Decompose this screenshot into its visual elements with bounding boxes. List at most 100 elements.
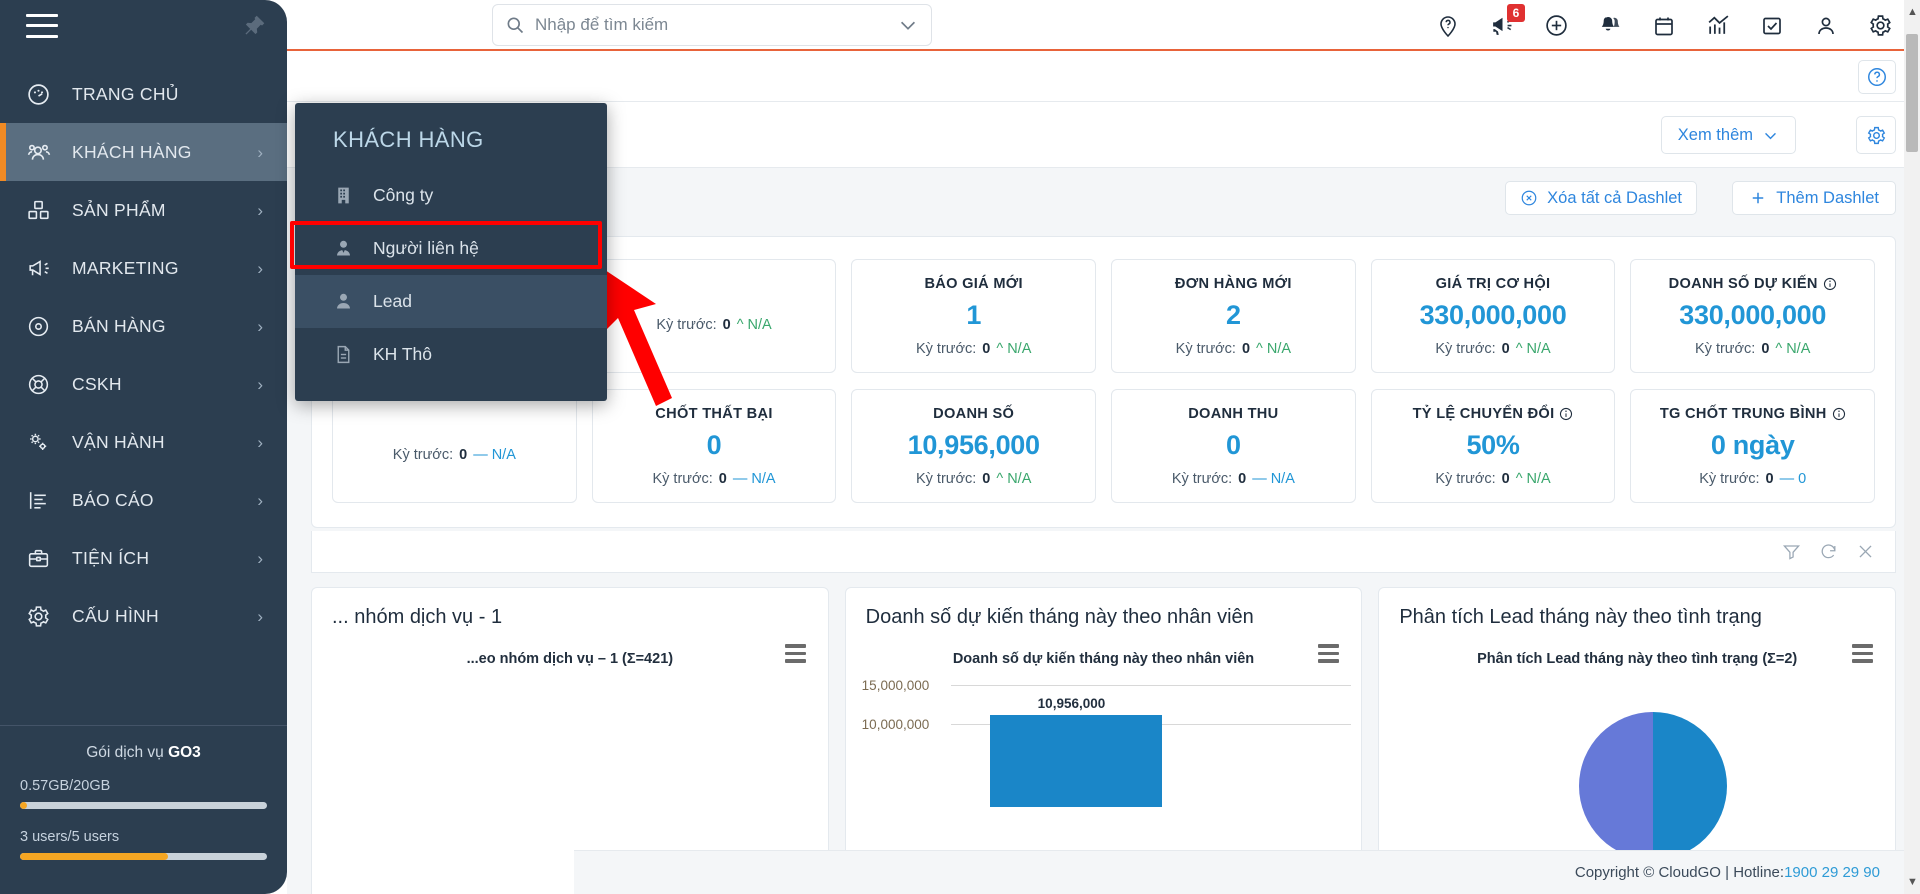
hamburger-menu-icon[interactable] — [1852, 644, 1874, 667]
chevron-right-icon: › — [257, 258, 263, 278]
add-icon[interactable] — [1542, 12, 1570, 40]
sidebar-item-label: TRANG CHỦ — [72, 83, 179, 104]
hamburger-menu-icon[interactable] — [784, 644, 806, 667]
sidebar-item-marketing[interactable]: MARKETING › — [0, 239, 287, 297]
bar-data-label: 10,956,000 — [1037, 696, 1106, 711]
storage-label: 0.57GB/20GB — [20, 778, 111, 794]
page-scrollbar[interactable]: ▲ ▼ — [1904, 0, 1920, 894]
submenu-item-nguoi-lien-he[interactable]: Người liên hệ — [295, 222, 607, 275]
chart-card-phan-tich-lead[interactable]: Phân tích Lead tháng này theo tình trạng… — [1378, 587, 1897, 894]
announcement-badge: 6 — [1507, 3, 1525, 22]
info-icon[interactable] — [1832, 407, 1846, 421]
kpi-prev-label: Kỳ trước: — [1695, 340, 1756, 357]
scroll-up-arrow[interactable]: ▲ — [1907, 6, 1918, 18]
kpi-value: 330,000,000 — [1419, 299, 1567, 330]
pin-icon[interactable] — [241, 13, 267, 39]
close-icon[interactable] — [1856, 542, 1875, 561]
kpi-value: 0 ngày — [1710, 429, 1795, 460]
sidebar-item-ban-hang[interactable]: BÁN HÀNG › — [0, 297, 287, 355]
footer: Copyright © CloudGO | Hotline: 1900 29 2… — [574, 850, 1920, 894]
help-location-icon[interactable] — [1434, 12, 1462, 40]
hotline-link[interactable]: 1900 29 29 90 — [1784, 864, 1880, 881]
notification-icon[interactable] — [1596, 12, 1624, 40]
gear-icon — [1866, 125, 1887, 146]
filter-icon[interactable] — [1782, 542, 1801, 561]
dashboard-icon — [26, 82, 60, 107]
sidebar-header — [0, 0, 287, 51]
kpi-card-gia-tri-co-hoi[interactable]: GIÁ TRỊ CƠ HỘI 330,000,000 Kỳ trước: 0 ^… — [1370, 259, 1616, 373]
chevron-right-icon: › — [257, 490, 263, 510]
scroll-thumb[interactable] — [1906, 34, 1918, 152]
bar[interactable] — [989, 715, 1162, 807]
sidebar-item-label: SẢN PHẨM — [72, 199, 166, 220]
sidebar-item-san-pham[interactable]: SẢN PHẨM › — [0, 181, 287, 239]
info-icon[interactable] — [1559, 407, 1573, 421]
question-circle-icon[interactable] — [1858, 60, 1896, 94]
search-chevron-down-icon[interactable] — [897, 14, 919, 36]
sidebar-item-van-hanh[interactable]: VẬN HÀNH › — [0, 413, 287, 471]
sidebar-item-tien-ich[interactable]: TIỆN ÍCH › — [0, 529, 287, 587]
kpi-card-ty-le-chuyen-doi[interactable]: TỶ LỆ CHUYỂN ĐỔI 50% Kỳ trước: 0 ^ N/A — [1370, 389, 1616, 503]
users-meter — [20, 853, 267, 860]
calendar-icon[interactable] — [1650, 12, 1678, 40]
marketing-icon — [26, 256, 60, 281]
kpi-card-doanh-so-du-kien[interactable]: DOANH SỐ DỰ KIẾN 330,000,000 Kỳ trước: 0… — [1630, 259, 1876, 373]
view-more-button[interactable]: Xem thêm — [1660, 116, 1796, 154]
sidebar-item-cau-hinh[interactable]: CẤU HÌNH › — [0, 587, 287, 645]
hamburger-icon[interactable] — [26, 13, 58, 38]
chart-card-nhom-dich-vu[interactable]: ... nhóm dịch vụ - 1 ...eo nhóm dịch vụ … — [311, 587, 829, 894]
kpi-prev-label: Kỳ trước: — [1435, 340, 1496, 357]
announcement-icon[interactable]: 6 — [1488, 3, 1525, 40]
kpi-card-don-hang-moi[interactable]: ĐƠN HÀNG MỚI 2 Kỳ trước: 0 ^ N/A — [1111, 259, 1356, 373]
task-icon[interactable] — [1758, 12, 1786, 40]
breadcrumb-bar — [287, 51, 1920, 102]
settings-icon[interactable] — [1866, 12, 1894, 40]
delete-all-dashlet-button[interactable]: Xóa tất cả Dashlet — [1505, 181, 1697, 215]
refresh-icon[interactable] — [1819, 542, 1838, 561]
kpi-title: DOANH THU — [1188, 405, 1279, 422]
kpi-prev-label: Kỳ trước: — [656, 317, 717, 333]
chart-card-doanh-so-du-kien[interactable]: Doanh số dự kiến tháng này theo nhân viê… — [844, 587, 1363, 894]
submenu-item-label: Công ty — [373, 185, 434, 205]
submenu-item-label: Người liên hệ — [373, 238, 479, 258]
kpi-card[interactable]: Kỳ trước: 0 ^ N/A — [591, 259, 837, 373]
kpi-card-doanh-thu[interactable]: DOANH THU 0 Kỳ trước: 0 — N/A — [1111, 389, 1356, 503]
submenu-item-cong-ty[interactable]: Công ty — [295, 169, 607, 222]
kpi-prev-label: Kỳ trước: — [1435, 470, 1496, 487]
global-search[interactable] — [492, 4, 932, 46]
sidebar-item-trang-chu[interactable]: TRANG CHỦ — [0, 65, 287, 123]
search-input[interactable] — [535, 15, 897, 35]
kpi-card[interactable]: Kỳ trước: 0 — N/A — [332, 389, 577, 503]
dashboard-settings-button[interactable] — [1856, 116, 1896, 154]
kpi-value: 330,000,000 — [1679, 299, 1827, 330]
user-icon[interactable] — [1812, 12, 1840, 40]
kpi-card-tg-chot-trung-binh[interactable]: TG CHỐT TRUNG BÌNH 0 ngày Kỳ trước: 0 — … — [1630, 389, 1876, 503]
sidebar-item-bao-cao[interactable]: BÁO CÁO › — [0, 471, 287, 529]
kpi-card-chot-that-bai[interactable]: CHỐT THẤT BẠI 0 Kỳ trước: 0 — N/A — [591, 389, 837, 503]
plus-icon — [1749, 189, 1767, 207]
hamburger-menu-icon[interactable] — [1318, 644, 1340, 667]
kpi-subtext: Kỳ trước: 0 — 0 — [1699, 471, 1806, 487]
kpi-card-doanh-so[interactable]: DOANH SỐ 10,956,000 Kỳ trước: 0 ^ N/A — [851, 389, 1097, 503]
submenu-item-lead[interactable]: Lead — [295, 275, 607, 328]
kpi-card-bao-gia-moi[interactable]: BÁO GIÁ MỚI 1 Kỳ trước: 0 ^ N/A — [851, 259, 1097, 373]
kpi-prev-label: Kỳ trước: — [392, 447, 454, 463]
analytics-icon[interactable] — [1704, 12, 1732, 40]
submenu-title: KHÁCH HÀNG — [333, 127, 484, 152]
sidebar: TRANG CHỦ KHÁCH HÀNG › SẢN PHẨM › MARKET… — [0, 0, 287, 894]
scroll-down-arrow[interactable]: ▼ — [1907, 876, 1918, 888]
kpi-delta: — 0 — [1779, 470, 1807, 487]
kpi-title: GIÁ TRỊ CƠ HỘI — [1435, 275, 1551, 292]
kpi-prev-label: Kỳ trước: — [915, 340, 977, 357]
sidebar-item-khach-hang[interactable]: KHÁCH HÀNG › — [0, 123, 287, 181]
kpi-prev-value: 0 — [982, 340, 991, 357]
sidebar-item-cskh[interactable]: CSKH › — [0, 355, 287, 413]
sidebar-item-label: CSKH — [72, 373, 122, 394]
info-icon[interactable] — [1823, 277, 1837, 291]
add-dashlet-button[interactable]: Thêm Dashlet — [1732, 181, 1896, 215]
submenu-item-kh-tho[interactable]: KH Thô — [295, 328, 607, 381]
submenu-item-label: KH Thô — [373, 344, 433, 364]
pie-chart[interactable] — [1573, 706, 1733, 866]
kpi-value: 10,956,000 — [907, 429, 1040, 460]
raw-customer-icon — [333, 344, 367, 365]
